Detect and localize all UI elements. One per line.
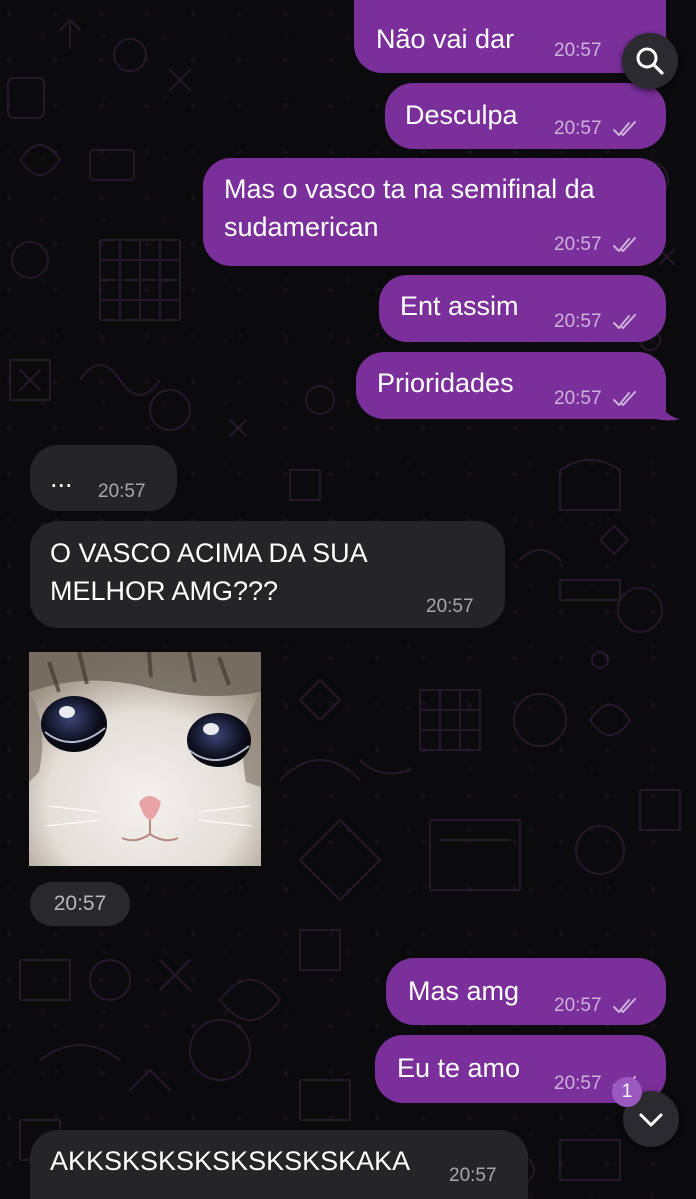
message-time: 20:57 bbox=[554, 388, 602, 409]
outgoing-message[interactable]: Ent assim 20:57 bbox=[379, 275, 666, 342]
outgoing-message[interactable]: Mas o vasco ta na semifinal da sudameric… bbox=[203, 158, 666, 266]
double-check-icon bbox=[612, 998, 636, 1013]
message-meta: 20:57 bbox=[98, 481, 146, 503]
message-meta: 20:57 bbox=[554, 234, 639, 256]
message-time: 20:57 bbox=[554, 234, 602, 255]
message-text: Eu te amo bbox=[397, 1053, 521, 1083]
double-check-icon bbox=[612, 314, 636, 329]
message-time: 20:57 bbox=[554, 1073, 602, 1094]
message-text: Prioridades bbox=[377, 368, 514, 398]
incoming-message[interactable]: O VASCO ACIMA DA SUA MELHOR AMG??? 20:57 bbox=[30, 521, 505, 628]
message-text: O VASCO ACIMA DA SUA MELHOR AMG??? bbox=[50, 538, 367, 606]
message-meta: 20:57 bbox=[449, 1165, 497, 1187]
message-meta: 20:57 bbox=[554, 995, 639, 1017]
double-check-icon bbox=[612, 391, 636, 406]
message-text: Mas amg bbox=[408, 976, 520, 1006]
message-text: AKKSKSKSKSKSKSKSKAKA bbox=[50, 1146, 411, 1176]
unread-count-badge: 1 bbox=[612, 1077, 642, 1107]
message-meta: 20:57 bbox=[554, 388, 639, 410]
search-button[interactable] bbox=[622, 33, 678, 89]
search-icon bbox=[636, 47, 664, 75]
incoming-message[interactable]: AKKSKSKSKSKSKSKSKAKA 20:57 bbox=[30, 1130, 528, 1199]
message-time: 20:57 bbox=[98, 481, 146, 502]
image-time: 20:57 bbox=[30, 882, 130, 926]
crying-cat-image[interactable] bbox=[29, 652, 261, 866]
message-meta: 20:57 bbox=[554, 311, 639, 333]
incoming-message[interactable]: ... 20:57 bbox=[30, 445, 177, 511]
message-text: Desculpa bbox=[405, 100, 518, 130]
message-time: 20:57 bbox=[554, 311, 602, 332]
message-time: 20:57 bbox=[554, 40, 602, 61]
message-text: Não vai dar bbox=[376, 24, 515, 54]
message-text: Ent assim bbox=[400, 291, 519, 321]
outgoing-message[interactable]: Mas amg 20:57 bbox=[386, 958, 666, 1025]
crying-cat-sticker bbox=[29, 652, 261, 866]
double-check-icon bbox=[612, 237, 636, 252]
message-time: 20:57 bbox=[426, 596, 474, 617]
message-time: 20:57 bbox=[554, 995, 602, 1016]
chat-area[interactable]: Não vai dar 20:57 Desculpa 20:57 Mas o v… bbox=[0, 0, 696, 1199]
outgoing-message[interactable]: Prioridades 20:57 bbox=[356, 352, 666, 419]
double-check-icon bbox=[612, 121, 636, 136]
outgoing-message[interactable]: Não vai dar 20:57 bbox=[354, 0, 666, 73]
bubble-tail bbox=[656, 392, 680, 421]
message-meta: 20:57 bbox=[554, 118, 639, 140]
message-time: 20:57 bbox=[554, 118, 602, 139]
message-text: ... bbox=[50, 463, 73, 493]
message-meta: 20:57 bbox=[554, 40, 602, 62]
message-meta: 20:57 bbox=[426, 596, 474, 618]
outgoing-message[interactable]: Desculpa 20:57 bbox=[385, 83, 666, 149]
message-time: 20:57 bbox=[449, 1165, 497, 1186]
